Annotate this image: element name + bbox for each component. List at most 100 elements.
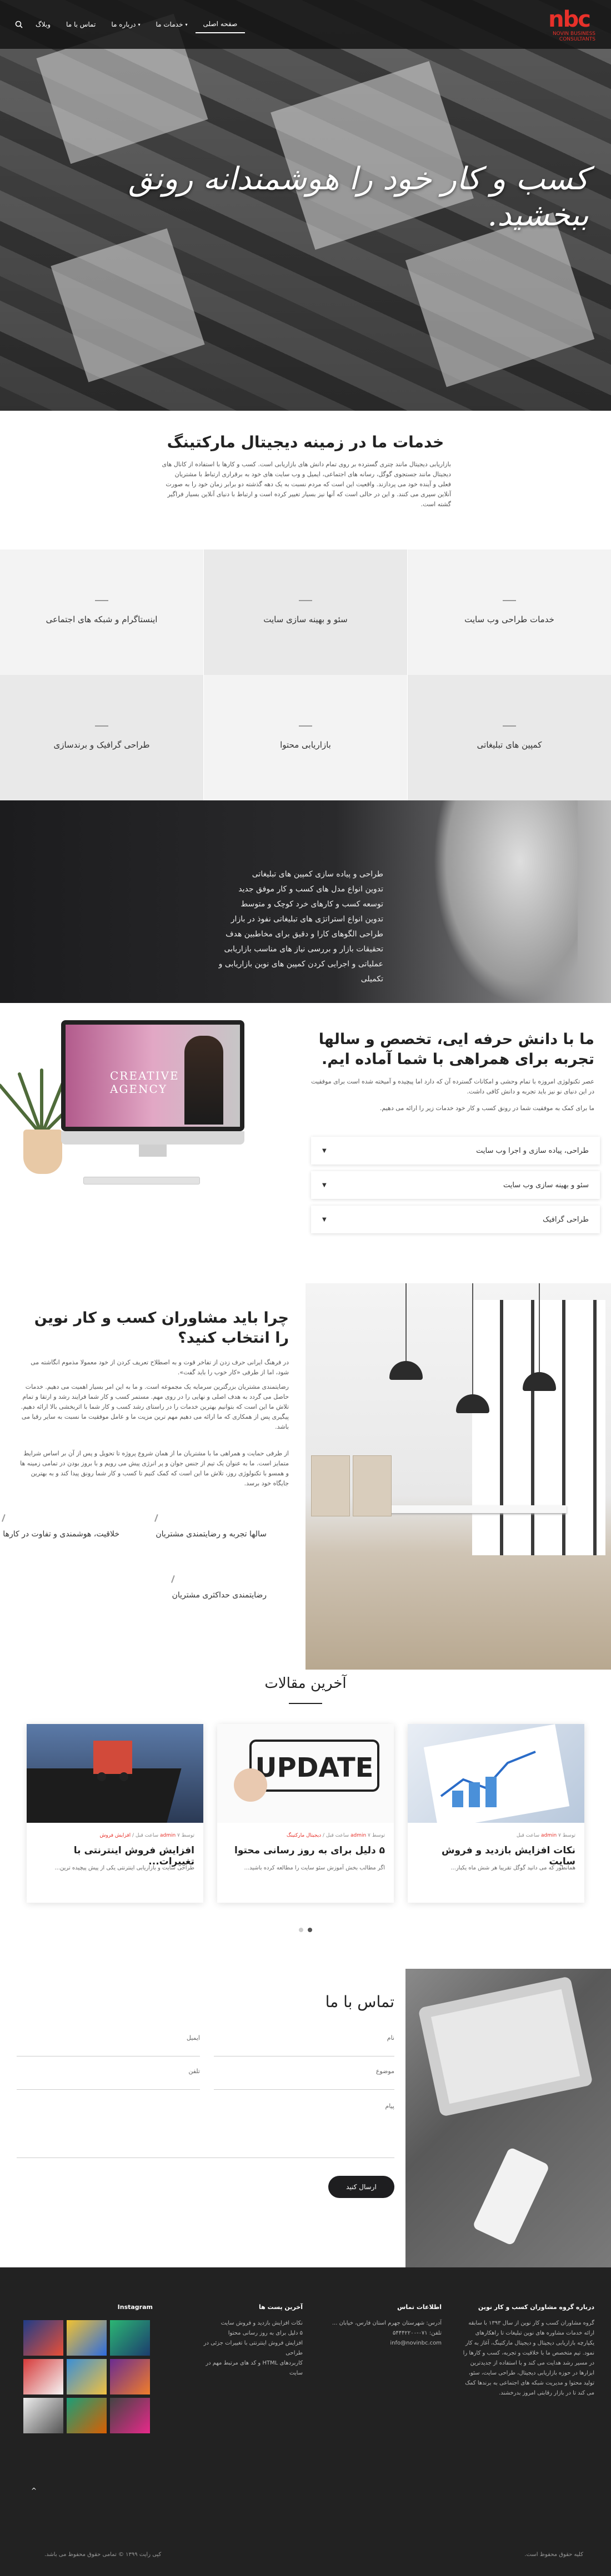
instagram-thumb[interactable]	[110, 2398, 150, 2433]
article-author[interactable]: admin	[160, 1833, 176, 1838]
footer-post-link[interactable]: کاربردهای HTML و کد های مرتبط مهم در سای…	[192, 2358, 303, 2378]
service-graphic[interactable]: طراحی گرافیک و برندسازی	[0, 675, 203, 800]
name-field[interactable]: نام	[214, 2034, 394, 2056]
article-category[interactable]: افزایش فروش	[99, 1833, 131, 1838]
lamp	[389, 1361, 423, 1380]
feature-label: رضایتمندی حداکثری مشتریان	[172, 1591, 267, 1600]
web-title: ما با دانش حرفه ایی، تخصص و سالها تجربه …	[318, 1031, 594, 1068]
instagram-thumb[interactable]	[67, 2359, 107, 2394]
web-design-icon	[503, 600, 516, 601]
article-card[interactable]: توسط admin ۷ ساعت قبل نکات افزایش بازدید…	[408, 1724, 584, 1903]
accordion-item[interactable]: طراحی، پیاده سازی و اجرا وب سایت ▼	[311, 1137, 600, 1165]
service-web-design[interactable]: خدمات طراحی وب سایت	[408, 550, 611, 675]
article-title[interactable]: ۵ دلیل برای به روز رسانی محتوا	[224, 1845, 385, 1856]
logo-subtitle: NOVIN BUSINESS CONSULTANTS	[552, 31, 595, 42]
campaign-icon	[503, 725, 516, 727]
article-card[interactable]: UPDATE توسط admin ۷ ساعت قبل / دیجیتال م…	[217, 1724, 394, 1903]
plant-pot	[23, 1130, 62, 1174]
graphic-icon	[95, 725, 108, 727]
footer-contact: اطلاعات تماس آدرس: شهرستان جهرم استان فا…	[330, 2303, 442, 2348]
article-excerpt: اگر مطالب بخش آموزش سئو سایت را مطالعه ک…	[244, 1865, 385, 1871]
nav-label: تماس با ما	[66, 21, 96, 28]
list-item: تدوین انواع استراتژی های تبلیغاتی نفوذ د…	[231, 915, 383, 924]
service-label: سئو و بهینه سازی سایت	[263, 614, 348, 624]
instagram-thumb[interactable]	[23, 2398, 63, 2433]
article-meta: توسط admin ۷ ساعت قبل / دیجیتال مارکتینگ	[286, 1833, 385, 1838]
chevron-down-icon: ▾	[138, 22, 141, 27]
monitor-stand	[139, 1145, 167, 1157]
web-paragraph: ما برای کمک به موفقیت شما در رونق کسب و …	[379, 1105, 594, 1112]
article-author[interactable]: admin	[350, 1833, 366, 1838]
send-button[interactable]: ارسال کنید	[328, 2176, 394, 2198]
article-meta: توسط admin ۷ ساعت قبل / افزایش فروش	[99, 1833, 194, 1838]
footer-post-link[interactable]: ۵ دلیل برای به روز رسانی محتوا	[192, 2328, 303, 2338]
accordion-item[interactable]: سئو و بهینه سازی وب سایت ▼	[311, 1171, 600, 1199]
article-category[interactable]: دیجیتال مارکتینگ	[287, 1833, 321, 1838]
footer-instagram: Instagram	[19, 2303, 153, 2318]
articles-title: آخرین مقالات	[264, 1675, 347, 1692]
service-label: خدمات طراحی وب سایت	[464, 614, 554, 624]
subject-field[interactable]: موضوع	[214, 2068, 394, 2090]
carousel-dot[interactable]	[299, 1928, 303, 1932]
feature-icon	[154, 1514, 165, 1524]
footer-post-link[interactable]: افزایش فروش اینترنتی با تغییرات جزئی در …	[192, 2338, 303, 2358]
nav-item-services[interactable]: خدمات ما ▾	[148, 16, 195, 33]
contact-line: تلفن: ۰۷۱-۵۴۴۴۲۲۰۰	[392, 2330, 442, 2336]
nav-label: خدمات ما	[156, 21, 183, 28]
article-excerpt: همانطور که می دانید گوگل تقریبا هر شش ما…	[450, 1865, 575, 1871]
field-label: ایمیل	[186, 2034, 200, 2041]
nav-label: درباره ما	[111, 21, 136, 28]
logo-text: nbc	[548, 7, 591, 32]
contact-line[interactable]: info@novinbc.com	[330, 2338, 442, 2348]
scroll-top-icon[interactable]: ^	[31, 2487, 37, 2494]
caret-down-icon: ▼	[322, 1216, 327, 1223]
nav-item-about[interactable]: درباره ما ▾	[103, 16, 148, 33]
field-label: تلفن	[188, 2068, 200, 2075]
email-field[interactable]: ایمیل	[17, 2034, 200, 2056]
contact-image	[405, 1969, 611, 2267]
services-description: بازاریابی دیجیتال مانند چتری گسترده بر ر…	[162, 461, 452, 508]
accordion-item[interactable]: طراحی گرافیک ▼	[311, 1206, 600, 1233]
footer-heading: درباره گروه مشاوران کسب و کار نوین	[478, 2303, 594, 2311]
phone-field[interactable]: تلفن	[17, 2068, 200, 2090]
list-item: تدوین انواع مدل های کسب و کار موفق جدید	[238, 885, 383, 894]
feature-item: خلاقیت، هوشمندی و تفاوت در کارها	[2, 1514, 119, 1539]
shelf	[353, 1455, 392, 1516]
office-image	[306, 1283, 611, 1670]
nav-label: صفحه اصلی	[203, 20, 238, 28]
service-campaigns[interactable]: کمپین های تبلیغاتی	[408, 675, 611, 800]
article-image	[27, 1724, 203, 1823]
phone-shape	[472, 2146, 550, 2246]
instagram-thumb[interactable]	[23, 2359, 63, 2394]
article-card[interactable]: توسط admin ۷ ساعت قبل / افزایش فروش افزا…	[27, 1724, 203, 1903]
instagram-thumb[interactable]	[110, 2320, 150, 2356]
instagram-thumb[interactable]	[67, 2398, 107, 2433]
nav-item-home[interactable]: صفحه اصلی	[195, 16, 246, 33]
copyright-left: کپی رایت ۱۳۹۹ © تمامی حقوق محفوظ می باشد…	[44, 2552, 162, 2558]
nav-item-blog[interactable]: وبلاگ	[28, 16, 58, 33]
service-social[interactable]: اینستاگرام و شبکه های اجتماعی	[0, 550, 203, 675]
instagram-thumb[interactable]	[110, 2359, 150, 2394]
monitor-image: CREATIVE AGENCY	[61, 1020, 244, 1157]
site-logo[interactable]: nbc NOVIN BUSINESS CONSULTANTS	[529, 7, 595, 42]
monitor-chin	[61, 1131, 244, 1145]
service-content[interactable]: بازاریابی محتوا	[204, 675, 407, 800]
nav-item-contact[interactable]: تماس با ما	[58, 16, 103, 33]
message-field[interactable]: پیام	[17, 2103, 394, 2158]
article-author[interactable]: admin	[541, 1833, 557, 1838]
service-label: کمپین های تبلیغاتی	[477, 740, 542, 750]
carousel-dot-active[interactable]	[308, 1928, 312, 1932]
copyright-right: کلیه حقوق محفوظ است.	[524, 2552, 583, 2558]
search-icon[interactable]	[10, 16, 28, 33]
hero-headline: کسب و کار خود را هوشمندانه رونق ببخشید.	[128, 161, 589, 233]
service-label: طراحی گرافیک و برندسازی	[53, 740, 150, 750]
instagram-thumb[interactable]	[67, 2320, 107, 2356]
why-paragraph: در فرهنگ ایرانی حرف زدن از تفاخر قوت و ب…	[31, 1359, 289, 1376]
caret-down-icon: ▼	[322, 1147, 327, 1154]
instagram-thumb[interactable]	[23, 2320, 63, 2356]
screen-person	[184, 1036, 223, 1125]
service-seo[interactable]: سئو و بهینه سازی سایت	[204, 550, 407, 675]
caret-down-icon: ▼	[322, 1182, 327, 1188]
footer-post-link[interactable]: نکات افزایش بازدید و فروش سایت	[192, 2318, 303, 2328]
feature-label: سالها تجربه و رضایتمندی مشتریان	[156, 1530, 267, 1539]
